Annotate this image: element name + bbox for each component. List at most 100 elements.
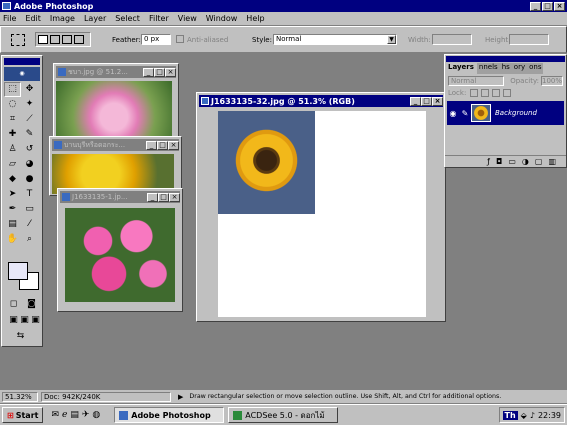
marquee-tool-icon[interactable]: ⬚ [4, 82, 21, 97]
maximize-button[interactable]: □ [157, 140, 168, 150]
play-icon[interactable]: ▶ [178, 393, 183, 401]
media-player-icon[interactable]: ◍ [92, 410, 100, 420]
marquee-tool-icon[interactable] [11, 34, 25, 46]
close-button[interactable]: × [554, 1, 565, 11]
healing-tool-icon[interactable]: ✚ [4, 128, 21, 143]
layer-mask-icon[interactable]: ◘ [496, 157, 502, 166]
clock[interactable]: 22:39 [538, 411, 561, 420]
slice-tool-icon[interactable]: ⟋ [21, 113, 38, 128]
lock-transparency-icon[interactable] [470, 89, 479, 97]
maximize-button[interactable]: □ [158, 192, 169, 202]
tray-app-icon[interactable]: ⬙ [521, 411, 527, 420]
tab-channels[interactable]: nnels [476, 63, 500, 74]
close-button[interactable]: × [168, 140, 179, 150]
style-select[interactable]: Normal ▼ [273, 34, 397, 45]
stamp-tool-icon[interactable]: ♙ [4, 143, 21, 158]
palette-titlebar[interactable] [446, 56, 565, 62]
menu-view[interactable]: View [178, 14, 197, 23]
minimize-button[interactable]: _ [146, 140, 157, 150]
task-photoshop[interactable]: Adobe Photoshop [114, 407, 225, 423]
language-indicator[interactable]: Th [502, 410, 518, 420]
menu-select[interactable]: Select [115, 14, 140, 23]
brush-tool-icon[interactable]: ✎ [21, 128, 38, 143]
close-button[interactable]: × [432, 96, 443, 106]
menu-edit[interactable]: Edit [25, 14, 41, 23]
maximize-button[interactable]: □ [421, 96, 432, 106]
zoom-level[interactable]: 51.32% [2, 391, 38, 402]
document-window-hibiscus[interactable]: ชบา.jpg @ 51.2... _ □ × [53, 63, 179, 143]
opacity-input[interactable]: 100% [541, 75, 563, 86]
speaker-icon[interactable]: ♪ [530, 411, 535, 420]
move-tool-icon[interactable]: ✥ [21, 83, 38, 98]
outlook-icon[interactable]: ✉ [51, 410, 59, 420]
subtract-selection-icon[interactable] [62, 35, 72, 44]
shape-tool-icon[interactable]: ▭ [21, 203, 38, 218]
tab-actions[interactable]: ons [527, 63, 544, 74]
blend-mode-select[interactable]: Normal [448, 75, 505, 86]
desktop-icon[interactable]: ▤ [70, 410, 79, 420]
trash-icon[interactable]: ▥ [548, 157, 556, 166]
minimize-button[interactable]: _ [147, 192, 158, 202]
start-button[interactable]: ⊞ Start [2, 407, 44, 423]
history-brush-icon[interactable]: ↺ [21, 143, 38, 158]
add-selection-icon[interactable] [50, 35, 60, 44]
bucket-tool-icon[interactable]: ◕ [21, 158, 38, 173]
maximize-button[interactable]: □ [154, 67, 165, 77]
adjustment-layer-icon[interactable]: ◑ [522, 157, 529, 166]
toolbox-header[interactable] [4, 58, 40, 65]
foreground-color-swatch-top[interactable] [8, 262, 28, 280]
dodge-tool-icon[interactable]: ● [21, 173, 38, 188]
document-titlebar[interactable]: J1633135-1.jp... _ □ × [60, 191, 180, 203]
menu-help[interactable]: Help [246, 14, 264, 23]
document-window-pink-flowers[interactable]: J1633135-1.jp... _ □ × [57, 188, 183, 312]
minimize-button[interactable]: _ [530, 1, 541, 11]
width-input[interactable] [432, 34, 472, 45]
lock-position-icon[interactable] [492, 89, 501, 97]
eyedropper-icon[interactable]: ⁄ [21, 218, 38, 233]
quickmask-mode-icon[interactable]: ◙ [23, 298, 40, 313]
menu-filter[interactable]: Filter [149, 14, 169, 23]
feather-input[interactable]: 0 px [141, 34, 171, 45]
eye-icon[interactable]: ◉ [447, 109, 459, 118]
document-titlebar[interactable]: ชบา.jpg @ 51.2... _ □ × [56, 66, 176, 78]
menu-image[interactable]: Image [50, 14, 75, 23]
standard-mode-icon[interactable]: ◻ [5, 298, 22, 313]
tab-paths[interactable]: hs [499, 63, 512, 74]
lasso-tool-icon[interactable]: ◌ [4, 98, 21, 113]
document-window-yellow-flowers[interactable]: บานบุรีหรือดอกระ... _ □ × [49, 136, 182, 196]
doc-size[interactable]: Doc: 942K/240K [41, 391, 171, 402]
height-input[interactable] [509, 34, 549, 45]
blur-tool-icon[interactable]: ◆ [4, 173, 21, 188]
app-titlebar[interactable]: Adobe Photoshop _ □ × [0, 0, 567, 12]
new-layer-icon[interactable]: ▢ [535, 157, 543, 166]
type-tool-icon[interactable]: T [21, 188, 38, 203]
tab-layers[interactable]: Layers [445, 63, 477, 74]
magic-wand-icon[interactable]: ✦ [21, 98, 38, 113]
hand-tool-icon[interactable]: ✋ [4, 233, 21, 248]
minimize-button[interactable]: _ [410, 96, 421, 106]
document-titlebar[interactable]: บานบุรีหรือดอกระ... _ □ × [52, 139, 179, 151]
tab-history[interactable]: ory [511, 63, 528, 74]
eraser-tool-icon[interactable]: ▱ [4, 158, 21, 173]
intersect-selection-icon[interactable] [74, 35, 84, 44]
new-selection-icon[interactable] [38, 35, 48, 44]
maximize-button[interactable]: □ [542, 1, 553, 11]
crop-tool-icon[interactable]: ⌗ [4, 113, 21, 128]
notes-tool-icon[interactable]: ▤ [4, 218, 21, 233]
chevron-down-icon[interactable]: ▼ [387, 35, 396, 44]
document-titlebar[interactable]: J1633135-32.jpg @ 51.3% (RGB) _ □ × [199, 95, 443, 107]
menu-file[interactable]: File [3, 14, 16, 23]
path-select-icon[interactable]: ➤ [4, 188, 21, 203]
new-set-icon[interactable]: ▭ [508, 157, 516, 166]
brush-icon[interactable]: ✎ [459, 109, 471, 118]
layer-row-background[interactable]: ◉ ✎ Background [447, 101, 564, 125]
lock-image-icon[interactable] [481, 89, 490, 97]
zoom-tool-icon[interactable]: ⌕ [21, 233, 38, 248]
lock-all-icon[interactable] [503, 89, 512, 97]
task-acdsee[interactable]: ACDSee 5.0 - ดอกไม้ [228, 407, 339, 423]
photoshop-app-icon[interactable] [2, 2, 11, 10]
photoshop-eye-logo[interactable]: ◉ [4, 67, 40, 81]
layer-style-icon[interactable]: ƒ [487, 157, 490, 166]
anti-aliased-checkbox[interactable] [176, 35, 184, 43]
minimize-button[interactable]: _ [143, 67, 154, 77]
